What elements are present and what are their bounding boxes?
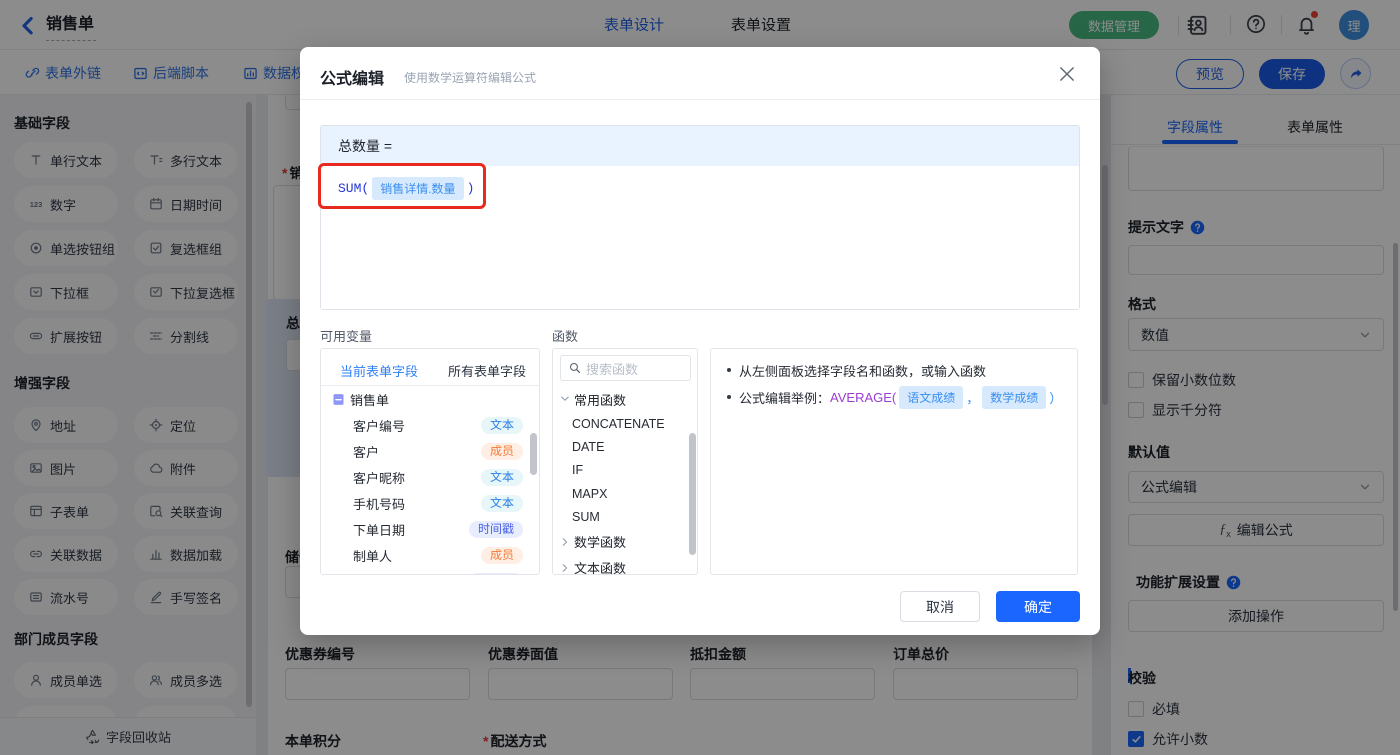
- function-item[interactable]: CONCATENATE: [553, 412, 697, 435]
- tab-current-form-fields[interactable]: 当前表单字段: [340, 361, 418, 380]
- formula-target: 总数量 =: [321, 126, 1079, 166]
- field-type-tag: 成员: [481, 443, 523, 460]
- functions-scrollbar[interactable]: [689, 433, 696, 555]
- dialog-subtitle: 使用数学运算符编辑公式: [404, 69, 536, 86]
- bullet-dot: [727, 368, 731, 372]
- function-item[interactable]: MAPX: [553, 482, 697, 505]
- tip-line: 从左侧面板选择字段名和函数，或输入函数: [727, 360, 986, 380]
- variable-field-row[interactable]: 时间戳: [321, 568, 539, 575]
- variable-field-name: 客户昵称: [353, 468, 405, 487]
- variables-section-label: 可用变量: [320, 326, 372, 345]
- field-type-tag: 文本: [481, 469, 523, 486]
- function-group-label: 常用函数: [574, 390, 626, 409]
- variables-tree-root[interactable]: 销售单: [321, 386, 539, 412]
- example-paren-token: ）: [1049, 388, 1062, 407]
- variables-tree: 销售单 客户编号 文本 客户 成员 客户昵称 文本 手机号码 文本 下单日期 时…: [321, 386, 539, 575]
- search-icon: [569, 362, 581, 374]
- chevron-right-icon: [560, 537, 570, 547]
- tip-text: 公式编辑举例：: [739, 388, 830, 407]
- search-placeholder: 搜索函数: [586, 359, 638, 378]
- tip-text: 从左侧面板选择字段名和函数，或输入函数: [739, 361, 986, 380]
- function-group-row[interactable]: 文本函数: [553, 555, 697, 575]
- formula-editor: 总数量 = SUM( 销售详情.数量 ): [320, 125, 1080, 310]
- variable-field-row[interactable]: 客户昵称 文本: [321, 464, 539, 490]
- function-item[interactable]: DATE: [553, 435, 697, 458]
- example-comma-token: ，: [966, 388, 979, 407]
- function-group-row[interactable]: 常用函数: [553, 386, 697, 412]
- function-group-label: 数学函数: [574, 532, 626, 551]
- tab-all-form-fields[interactable]: 所有表单字段: [448, 361, 526, 380]
- app-root: 销售单 表单设计 表单设置 数据管理 理 表单外链 后端脚本 数据权限 预览 保…: [0, 0, 1400, 755]
- cancel-button[interactable]: 取消: [900, 591, 980, 622]
- example-field-chip: 数学成绩: [982, 386, 1046, 409]
- function-item[interactable]: IF: [553, 459, 697, 482]
- example-field-chip: 语文成绩: [899, 386, 963, 409]
- example-function-token: AVERAGE(: [830, 390, 896, 405]
- annotation-highlight-box: [318, 163, 486, 209]
- variable-field-row[interactable]: 客户编号 文本: [321, 412, 539, 438]
- function-item[interactable]: SUM: [553, 506, 697, 529]
- variable-field-name: 客户: [353, 442, 379, 461]
- chevron-down-icon: [560, 394, 570, 404]
- variable-field-name: 下单日期: [353, 520, 405, 539]
- variable-field-row[interactable]: 下单日期 时间戳: [321, 516, 539, 542]
- variable-field-name: 制单人: [353, 546, 392, 565]
- function-group-label: 文本函数: [574, 558, 626, 575]
- form-doc-icon: [332, 393, 345, 406]
- bullet-dot: [727, 395, 731, 399]
- variables-tree-root-label: 销售单: [350, 390, 389, 409]
- variable-field-row[interactable]: 客户 成员: [321, 438, 539, 464]
- variables-panel: 当前表单字段 所有表单字段 销售单 客户编号 文本 客户 成员 客户昵称 文本 …: [320, 348, 540, 575]
- dialog-title: 公式编辑: [320, 65, 384, 89]
- function-search-input[interactable]: 搜索函数: [560, 355, 691, 381]
- field-type-tag: 时间戳: [469, 521, 523, 538]
- tip-example-line: 公式编辑举例： AVERAGE( 语文成绩 ， 数学成绩 ）: [727, 387, 1062, 407]
- chevron-right-icon: [560, 563, 570, 573]
- close-icon[interactable]: [1058, 65, 1076, 83]
- variable-field-row[interactable]: 手机号码 文本: [321, 490, 539, 516]
- formula-edit-dialog: 公式编辑 使用数学运算符编辑公式 总数量 = SUM( 销售详情.数量 ) 可用…: [300, 47, 1100, 635]
- variables-scrollbar[interactable]: [530, 433, 537, 475]
- variable-field-row[interactable]: 制单人 成员: [321, 542, 539, 568]
- field-type-tag: 成员: [481, 547, 523, 564]
- functions-tree: 常用函数 CONCATENATEDATEIFMAPXSUM 数学函数 文本函数: [553, 386, 697, 575]
- confirm-button[interactable]: 确定: [996, 591, 1080, 622]
- variable-field-name: 客户编号: [353, 416, 405, 435]
- field-type-tag: 文本: [481, 495, 523, 512]
- variable-field-name: 手机号码: [353, 494, 405, 513]
- functions-section-label: 函数: [552, 326, 578, 345]
- formula-tips-panel: 从左侧面板选择字段名和函数，或输入函数 公式编辑举例： AVERAGE( 语文成…: [710, 348, 1078, 575]
- function-group-row[interactable]: 数学函数: [553, 529, 697, 555]
- field-type-tag: 时间戳: [469, 573, 523, 576]
- dialog-header-divider: [300, 99, 1100, 100]
- field-type-tag: 文本: [481, 417, 523, 434]
- functions-panel: 搜索函数 常用函数 CONCATENATEDATEIFMAPXSUM 数学函数 …: [552, 348, 698, 575]
